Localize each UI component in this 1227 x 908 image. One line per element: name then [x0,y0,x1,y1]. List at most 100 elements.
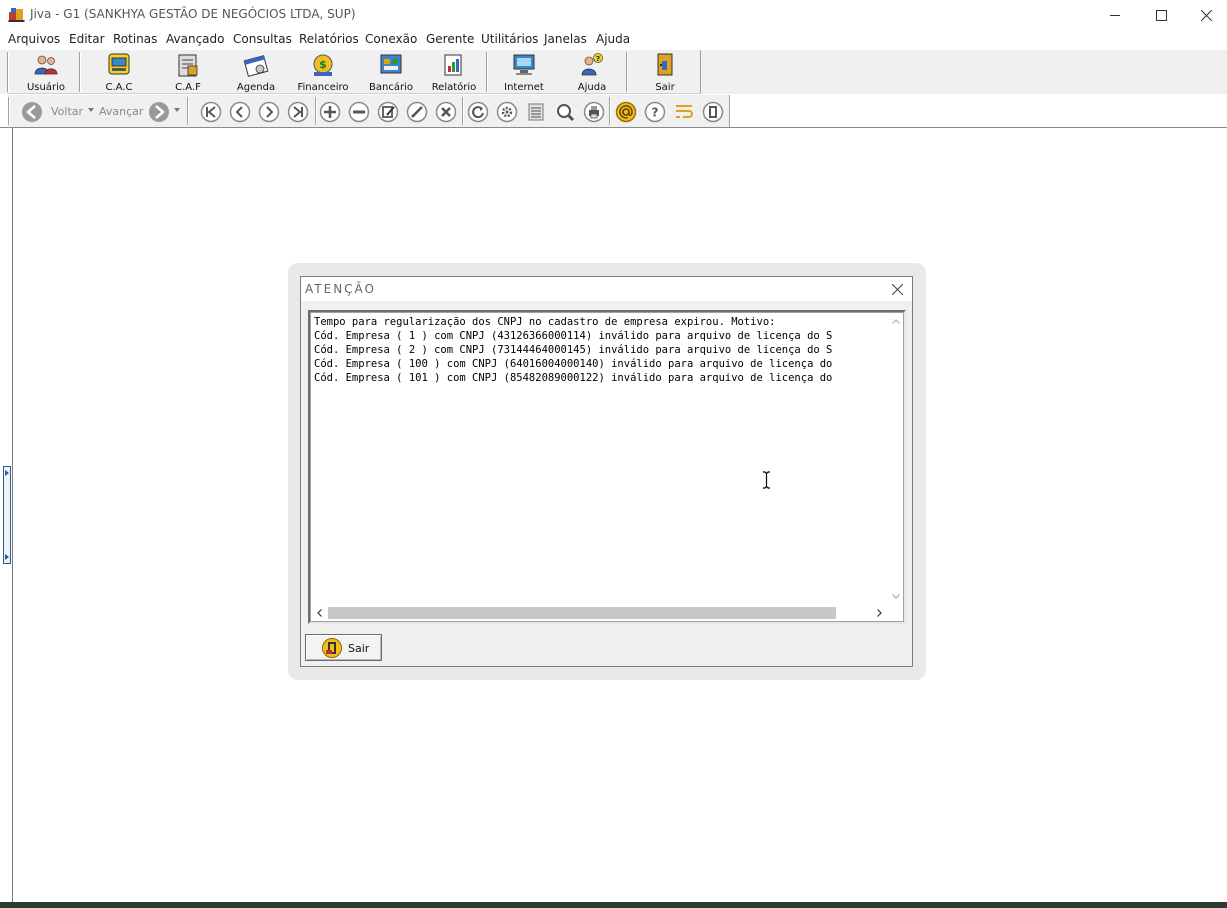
search-icon[interactable] [554,101,576,123]
message-line: Cód. Empresa ( 2 ) com CNPJ (73144464000… [314,344,833,356]
toolbar-separator [79,52,81,92]
toolbar-bancario-label: Bancário [369,82,413,93]
back-arrow-icon[interactable] [21,101,43,123]
maximize-button[interactable] [1138,0,1184,30]
toolbar-cac-button[interactable]: C.A.C [95,52,143,93]
email-at-icon[interactable] [615,101,637,123]
menu-relatorios[interactable]: Relatórios [299,32,359,46]
toolbar-separator [315,97,317,125]
toolbar-bancario-button[interactable]: Bancário [367,52,415,93]
toolbar-financeiro-button[interactable]: $ Financeiro [295,52,351,93]
window-titlebar: Jiva - G1 (SANKHYA GESTÃO DE NEGÓCIOS LT… [0,0,1227,30]
menu-bar: Arquivos Editar Rotinas Avançado Consult… [0,30,1227,50]
menu-utilitarios[interactable]: Utilitários [481,32,538,46]
exit-door-icon [322,638,342,658]
toolbar-internet-label: Internet [504,82,544,93]
message-line: Cód. Empresa ( 1 ) com CNPJ (43126366000… [314,330,833,342]
chevron-left-icon [316,609,322,617]
close-button[interactable] [1183,0,1227,30]
scroll-right-button[interactable] [871,605,887,621]
close-icon [891,283,903,295]
caf-document-icon [178,54,198,77]
menu-editar[interactable]: Editar [69,32,105,46]
chevron-right-icon [876,609,882,617]
toolbar-caf-label: C.A.F [175,82,201,93]
main-toolbar: Usuário C.A.C C.A.F Agenda $ Financeiro … [0,50,1227,94]
edit-record-icon[interactable] [377,101,399,123]
finance-icon: $ [313,54,333,76]
back-dropdown-icon[interactable] [88,108,94,112]
text-wrap-icon[interactable] [673,101,695,123]
menu-gerente[interactable]: Gerente [426,32,474,46]
toolbar-separator [8,97,10,125]
forward-arrow-icon[interactable] [148,101,170,123]
toolbar-agenda-button[interactable]: Agenda [233,52,279,93]
toolbar-caf-button[interactable]: C.A.F [165,52,211,93]
toolbar-usuario-button[interactable]: Usuário [23,52,69,93]
menu-rotinas[interactable]: Rotinas [113,32,157,46]
toolbar-ajuda-button[interactable]: ? Ajuda [569,52,615,93]
help-icon: ? [581,53,603,76]
toolbar-separator [486,52,488,92]
left-dock-panel [0,128,13,903]
report-icon [444,54,462,76]
add-record-icon[interactable] [319,101,341,123]
toolbar-separator [626,52,628,92]
toolbar-relatorio-button[interactable]: Relatório [429,52,479,93]
message-textarea[interactable]: Tempo para regularização dos CNPJ no cad… [308,310,906,624]
remove-record-icon[interactable] [348,101,370,123]
svg-text:?: ? [652,106,659,120]
back-label[interactable]: Voltar [51,105,83,118]
toolbar-agenda-label: Agenda [236,82,276,93]
first-record-icon[interactable] [200,101,222,123]
message-line: Tempo para regularização dos CNPJ no cad… [314,316,776,328]
main-toolbar-panel: Usuário C.A.C C.A.F Agenda $ Financeiro … [7,50,701,94]
exit-door-icon[interactable] [702,101,724,123]
forward-dropdown-icon[interactable] [174,108,180,112]
toolbar-internet-button[interactable]: Internet [500,52,548,93]
dialog-close-button[interactable] [887,279,907,299]
forward-label[interactable]: Avançar [99,105,143,118]
horizontal-scrollbar[interactable] [311,604,903,621]
minimize-button[interactable] [1092,0,1138,30]
scroll-down-button[interactable] [888,588,903,604]
toolbar-separator [7,52,9,92]
navigation-toolbar-panel: Voltar Avançar ? [8,95,730,127]
last-record-icon[interactable] [287,101,309,123]
list-icon[interactable] [525,101,547,123]
toolbar-cac-label: C.A.C [105,82,133,93]
question-help-icon[interactable]: ? [644,101,666,123]
text-cursor-icon [763,471,770,489]
cancel-record-icon[interactable] [435,101,457,123]
navigation-toolbar: Voltar Avançar ? [0,95,1227,128]
vertical-scrollbar[interactable] [888,313,903,604]
dialog-title: ATENÇÃO [305,282,376,296]
message-textarea-content[interactable]: Tempo para regularização dos CNPJ no cad… [310,312,904,622]
bank-icon [380,54,402,74]
scroll-up-button[interactable] [888,313,903,329]
save-record-icon[interactable] [406,101,428,123]
refresh-icon[interactable] [467,101,489,123]
next-record-icon[interactable] [258,101,280,123]
menu-conexao[interactable]: Conexão [365,32,417,46]
toolbar-sair-button[interactable]: Sair [643,52,687,93]
dock-expand-handle[interactable] [3,466,11,564]
dialog-titlebar: ATENÇÃO [301,277,912,301]
print-icon[interactable] [583,101,605,123]
menu-arquivos[interactable]: Arquivos [8,32,60,46]
settings-gear-icon[interactable] [496,101,518,123]
menu-avancado[interactable]: Avançado [166,32,224,46]
exit-button-label: Sair [348,642,370,655]
close-icon [1200,9,1212,21]
toolbar-usuario-label: Usuário [26,82,65,93]
menu-ajuda[interactable]: Ajuda [596,32,630,46]
menu-janelas[interactable]: Janelas [544,32,587,46]
svg-text:?: ? [596,55,600,63]
previous-record-icon[interactable] [229,101,251,123]
exit-button[interactable]: Sair [305,634,382,661]
cac-register-icon [108,53,130,75]
menu-consultas[interactable]: Consultas [233,32,292,46]
scroll-left-button[interactable] [311,605,327,621]
toolbar-separator [462,97,464,125]
horizontal-scroll-thumb[interactable] [328,607,836,619]
